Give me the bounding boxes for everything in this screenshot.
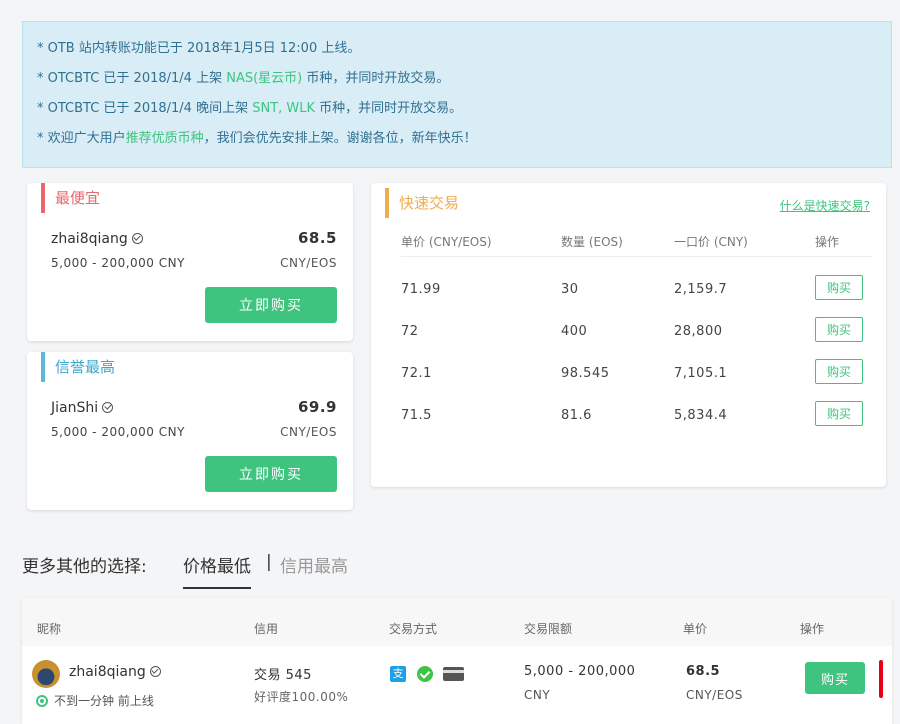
trusted-buy-button[interactable]: 立即购买 (205, 456, 337, 492)
online-status: 不到一分钟 前上线 (36, 692, 154, 709)
row-unit: CNY/EOS (686, 688, 743, 702)
quick-buy-button[interactable]: 购买 (815, 317, 863, 342)
more-choices-label: 更多其他的选择: (22, 557, 147, 577)
what-is-quick-trade-link[interactable]: 什么是快速交易? (780, 197, 870, 214)
row-rating: 好评度100.00% (254, 690, 349, 704)
header-unit-price: 单价 (CNY/EOS) (401, 235, 492, 249)
header-payment: 交易方式 (389, 622, 438, 636)
online-icon (36, 694, 48, 707)
avatar[interactable] (32, 660, 60, 688)
cheapest-card: 最便宜 zhai8qiang 5,000 - 200,000 CNY 68.5 … (27, 183, 353, 341)
tab-separator: | (266, 552, 272, 572)
cheapest-price: 68.5 (297, 229, 337, 247)
tab-highest-credit[interactable]: 信用最高 (280, 552, 348, 577)
header-total: 一口价 (CNY) (674, 235, 748, 249)
trusted-card: 信誉最高 JianShi 5,000 - 200,000 CNY 69.9 CN… (27, 352, 353, 510)
verified-icon (149, 665, 161, 677)
notice-line-1: * OTB 站内转账功能已于 2018年1月5日 12:00 上线。 (37, 41, 361, 56)
notice-line-4: * 欢迎广大用户推荐优质币种，我们会优先安排上架。谢谢各位，新年快乐！ (37, 131, 477, 146)
notice-link-recommend[interactable]: 推荐优质币种 (126, 131, 204, 146)
cheapest-buy-button[interactable]: 立即购买 (205, 287, 337, 323)
cheapest-title: 最便宜 (41, 183, 100, 213)
verified-icon (102, 401, 114, 413)
notice-link-nas[interactable]: NAS(星云币) (226, 71, 302, 86)
notice-banner: * OTB 站内转账功能已于 2018年1月5日 12:00 上线。 * OTC… (22, 21, 892, 168)
verified-icon (131, 232, 143, 244)
row-seller-name[interactable]: zhai8qiang (69, 664, 161, 680)
quick-trade-row: 72 400 28,800 购买 (401, 317, 872, 347)
notice-line-2: * OTCBTC 已于 2018/1/4 上架 NAS(星云币) 币种，并同时开… (37, 71, 450, 86)
header-action: 操作 (815, 235, 840, 249)
row-buy-button[interactable]: 购买 (805, 662, 865, 694)
header-limit: 交易限额 (524, 622, 573, 636)
trusted-limit: 5,000 - 200,000 CNY (51, 425, 185, 439)
row-limit-unit: CNY (524, 688, 551, 702)
header-quantity: 数量 (EOS) (561, 235, 623, 249)
quick-buy-button[interactable]: 购买 (815, 401, 863, 426)
cheapest-seller[interactable]: zhai8qiang (51, 231, 143, 247)
wechat-pay-icon (417, 666, 433, 682)
trusted-title: 信誉最高 (41, 352, 115, 382)
trusted-price: 69.9 (297, 398, 337, 416)
offer-list: 昵称 信用 交易方式 交易限额 单价 操作 zhai8qiang 不到一分钟 前… (22, 598, 892, 724)
quick-trade-title: 快速交易 (385, 188, 459, 218)
offer-list-header: 昵称 信用 交易方式 交易限额 单价 操作 (22, 598, 892, 646)
bank-card-icon (443, 667, 464, 681)
header-credit: 信用 (254, 622, 279, 636)
header-action: 操作 (800, 622, 825, 636)
trusted-seller[interactable]: JianShi (51, 400, 114, 416)
quick-trade-row: 72.1 98.545 7,105.1 购买 (401, 359, 872, 389)
notice-line-3: * OTCBTC 已于 2018/1/4 晚间上架 SNT, WLK 币种，并同… (37, 101, 463, 116)
quick-buy-button[interactable]: 购买 (815, 359, 863, 384)
row-price: 68.5 (686, 664, 721, 679)
alipay-icon: 支 (390, 666, 406, 682)
row-limit: 5,000 - 200,000 (524, 664, 636, 679)
quick-trade-row: 71.5 81.6 5,834.4 购买 (401, 401, 872, 431)
notice-link-snt-wlk[interactable]: SNT, WLK (252, 101, 315, 116)
quick-trade-header: 单价 (CNY/EOS) 数量 (EOS) 一口价 (CNY) 操作 (401, 233, 872, 257)
quick-trade-row: 71.99 30 2,159.7 购买 (401, 275, 872, 305)
table-row: zhai8qiang 不到一分钟 前上线 交易 545 好评度100.00% 支… (22, 646, 892, 718)
quick-buy-button[interactable]: 购买 (815, 275, 863, 300)
cheapest-unit: CNY/EOS (280, 256, 337, 270)
trusted-unit: CNY/EOS (280, 425, 337, 439)
header-price: 单价 (683, 622, 708, 636)
tab-lowest-price[interactable]: 价格最低 (183, 552, 251, 589)
annotation-mark (879, 660, 883, 698)
row-trade-count: 交易 545 (254, 668, 312, 683)
quick-trade-card: 快速交易 什么是快速交易? 单价 (CNY/EOS) 数量 (EOS) 一口价 … (371, 183, 886, 487)
cheapest-limit: 5,000 - 200,000 CNY (51, 256, 185, 270)
header-nickname: 昵称 (37, 622, 62, 636)
